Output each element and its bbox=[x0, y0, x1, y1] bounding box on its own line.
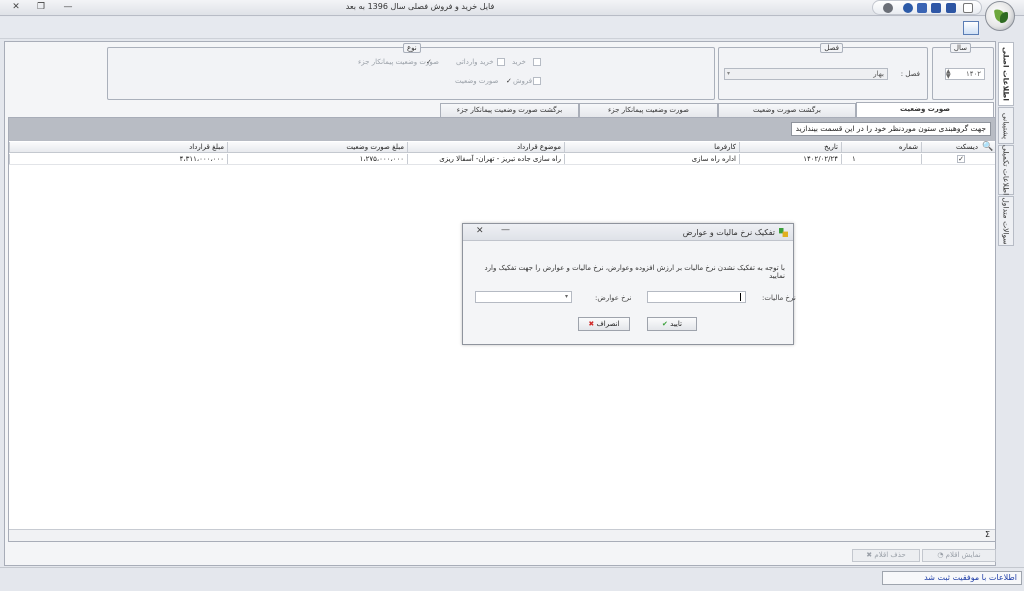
cell-disk: ✓ bbox=[921, 154, 981, 164]
window-title: فایل خرید و فروش فصلی سال 1396 به بعد bbox=[345, 2, 495, 11]
side-tab-support[interactable]: پشتیبانی bbox=[998, 107, 1014, 144]
dialog-title-bar: ✕ — تفکیک نرخ مالیات و عوارض bbox=[463, 224, 793, 241]
cancel-label: انصراف bbox=[596, 320, 620, 328]
delete-items-button[interactable]: حذف اقلام ✖ bbox=[852, 549, 920, 562]
dialog-minimize-button[interactable]: — bbox=[501, 225, 510, 235]
purchase-checkbox[interactable] bbox=[533, 58, 541, 66]
save-all-icon[interactable] bbox=[931, 3, 941, 13]
side-tab-main-info[interactable]: اطلاعات اصلی bbox=[998, 42, 1014, 106]
side-tab-extra-info[interactable]: اطلاعات تکمیلی bbox=[998, 145, 1014, 195]
year-spinner[interactable]: ۱۴۰۲ bbox=[945, 68, 985, 80]
group-by-hint: جهت گروهبندی ستون موردنظر خود را در این … bbox=[790, 122, 991, 136]
check-icon: ✔ bbox=[662, 320, 668, 328]
tab-statement-return[interactable]: برگشت صورت وضعیت bbox=[718, 103, 856, 117]
statement-check-mark[interactable]: ✓ bbox=[506, 77, 512, 85]
cell-date: ۱۴۰۲/۰۲/۲۴ bbox=[739, 154, 841, 164]
season-select[interactable]: بهار bbox=[724, 68, 888, 80]
import-purchase-checkbox[interactable] bbox=[497, 58, 505, 66]
tab-statement[interactable]: صورت وضعیت bbox=[856, 102, 994, 117]
import-purchase-label: خرید وارداتی bbox=[456, 58, 494, 66]
cell-statement-amount: ۱،۲۷۵،۰۰۰،۰۰۰ bbox=[227, 154, 407, 164]
column-header-date[interactable]: تاریخ bbox=[739, 142, 841, 152]
grid-header: 🔍 دیسکت شماره تاریخ کارفرما موضوع قراردا… bbox=[9, 142, 995, 153]
show-items-label: نمایش اقلام bbox=[945, 551, 981, 559]
sales-checkbox[interactable] bbox=[533, 77, 541, 85]
sales-label: فروش bbox=[513, 77, 533, 85]
group-by-panel[interactable]: جهت گروهبندی ستون موردنظر خود را در این … bbox=[9, 118, 995, 141]
delete-icon: ✖ bbox=[866, 551, 873, 559]
ok-button[interactable]: تایید ✔ bbox=[647, 317, 697, 331]
tab-subcontractor-return[interactable]: برگشت صورت وضعیت پیمانکار جزء bbox=[440, 103, 579, 117]
ribbon-strip bbox=[0, 17, 980, 39]
type-group: نوع خرید خرید وارداتی ✓ صورت وضعیت پیمان… bbox=[107, 43, 715, 100]
column-header-disk[interactable]: دیسکت bbox=[921, 142, 981, 152]
spinner-arrows-icon[interactable]: ▲ ▼ bbox=[946, 69, 951, 80]
duty-rate-label: نرخ عوارض: bbox=[595, 294, 632, 302]
column-header-subject[interactable]: موضوع قرارداد bbox=[407, 142, 564, 152]
cancel-x-icon: ✖ bbox=[588, 320, 595, 328]
cell-subject: راه سازی جاده تبریز - تهران- آسفالا ریزی bbox=[407, 154, 564, 164]
cancel-button[interactable]: انصراف ✖ bbox=[578, 317, 630, 331]
cell-employer: اداره راه سازی bbox=[564, 154, 739, 164]
column-header-number[interactable]: شماره bbox=[841, 142, 921, 152]
year-legend: سال bbox=[949, 43, 971, 53]
season-label: فصل : bbox=[900, 70, 920, 78]
tax-split-dialog: ✕ — تفکیک نرخ مالیات و عوارض با توجه به … bbox=[462, 223, 796, 345]
subcontractor-statement-label: صورت وضعیت پیمانکار جزء bbox=[358, 58, 439, 66]
window-layout-icon[interactable] bbox=[963, 21, 979, 35]
settings-icon[interactable] bbox=[883, 3, 893, 13]
calculator-icon bbox=[779, 228, 788, 237]
eye-icon: ◔ bbox=[937, 551, 944, 559]
side-tab-faq[interactable]: سوالات متداول bbox=[998, 196, 1014, 246]
new-file-icon[interactable] bbox=[963, 3, 973, 13]
minimize-window-button[interactable]: — bbox=[60, 1, 76, 14]
cell-number: ۱ bbox=[841, 154, 921, 164]
quick-access-toolbar bbox=[872, 0, 982, 15]
delete-items-label: حذف اقلام bbox=[874, 551, 906, 559]
purchase-label: خرید bbox=[512, 58, 526, 66]
tab-subcontractor-statement[interactable]: صورت وضعیت پیمانکار جزء bbox=[579, 103, 718, 117]
dialog-description: با توجه به تفکیک نشدن نرخ مالیات بر ارزش… bbox=[484, 264, 785, 280]
search-icon[interactable]: 🔍 bbox=[982, 142, 993, 152]
year-group: سال ۱۴۰۲ ▲ ▼ bbox=[932, 43, 994, 100]
text-cursor bbox=[740, 293, 741, 301]
help-icon[interactable] bbox=[903, 3, 913, 13]
restore-window-button[interactable]: ❐ bbox=[33, 1, 49, 14]
type-legend: نوع bbox=[403, 43, 421, 53]
tax-rate-input[interactable] bbox=[647, 291, 746, 303]
status-message: اطلاعات با موفقیت ثبت شد bbox=[882, 571, 1022, 585]
close-window-button[interactable]: ✕ bbox=[8, 1, 24, 14]
app-logo-icon[interactable] bbox=[985, 1, 1015, 31]
disk-checkbox[interactable]: ✓ bbox=[957, 155, 965, 163]
dialog-title: تفکیک نرخ مالیات و عوارض bbox=[682, 228, 775, 237]
column-header-employer[interactable]: کارفرما bbox=[564, 142, 739, 152]
dialog-close-button[interactable]: ✕ bbox=[476, 226, 484, 236]
sum-icon: Σ bbox=[985, 530, 991, 539]
cell-contract-amount: ۴،۳۱۱،۰۰۰،۰۰۰ bbox=[9, 154, 227, 164]
statement-label: صورت وضعیت bbox=[455, 77, 499, 85]
status-bar: اطلاعات با موفقیت ثبت شد bbox=[0, 567, 1024, 591]
show-items-button[interactable]: نمایش اقلام ◔ bbox=[922, 549, 996, 562]
column-header-contract-amount[interactable]: مبلغ قرارداد bbox=[9, 142, 227, 152]
ok-label: تایید bbox=[670, 320, 682, 328]
duty-rate-input[interactable] bbox=[475, 291, 572, 303]
dropdown-arrow-icon[interactable]: ▾ bbox=[565, 293, 568, 300]
save-as-icon[interactable] bbox=[917, 3, 927, 13]
column-header-statement-amount[interactable]: مبلغ صورت وضعیت bbox=[227, 142, 407, 152]
save-icon[interactable] bbox=[946, 3, 956, 13]
season-legend: فصل bbox=[820, 43, 843, 53]
title-bar: ✕ ❐ — فایل خرید و فروش فصلی سال 1396 به … bbox=[0, 0, 1024, 16]
season-group: فصل فصل : بهار ▾ bbox=[718, 43, 928, 100]
dropdown-arrow-icon: ▾ bbox=[727, 70, 731, 77]
tax-rate-label: نرخ مالیات: bbox=[762, 294, 796, 302]
table-row[interactable]: ✓ ۱ ۱۴۰۲/۰۲/۲۴ اداره راه سازی راه سازی ج… bbox=[9, 154, 995, 165]
grid-summary-footer: Σ bbox=[9, 529, 995, 541]
